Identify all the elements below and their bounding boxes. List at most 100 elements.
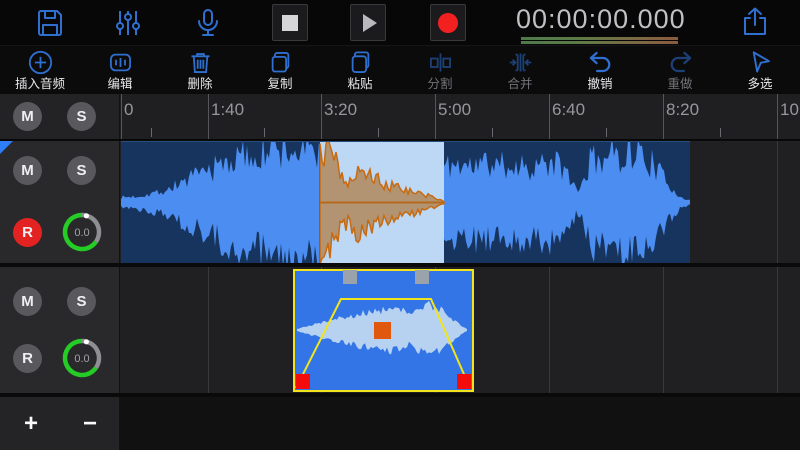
clip-center-handle[interactable] (374, 322, 391, 339)
tool-label: 复制 (267, 78, 292, 91)
mixer-icon[interactable] (112, 7, 144, 39)
ruler-label: 5:00 (438, 100, 471, 120)
fade-out-handle[interactable] (457, 374, 471, 389)
edit-icon (107, 49, 134, 76)
track-1-mute-button[interactable]: M (13, 156, 42, 185)
ruler-minor-tick (606, 128, 607, 137)
undo-icon (587, 49, 614, 76)
paste-button[interactable]: 粘贴 (320, 46, 400, 94)
track-1-controls: M S R 0.0 (0, 141, 120, 263)
ruler-label: 8:20 (666, 100, 699, 120)
paste-icon (347, 49, 374, 76)
split-button[interactable]: 分割 (400, 46, 480, 94)
level-meter-left (521, 37, 678, 40)
timeline-ruler-row: 0 1:40 3:20 5:00 6:40 8:20 10:00 M S (0, 94, 800, 140)
ruler-label: 1:40 (211, 100, 244, 120)
ruler-label: 0 (124, 100, 133, 120)
track-2-volume-value: 0.0 (74, 353, 89, 365)
clip-top-handle-left[interactable] (343, 270, 357, 284)
ruler-major-tick (121, 94, 122, 140)
multi-select-icon (747, 49, 774, 76)
redo-icon (667, 49, 694, 76)
header-track-controls: M S (0, 94, 120, 139)
track-2-volume-knob[interactable]: 0.0 (60, 336, 104, 380)
bottom-bar: + − (0, 397, 800, 450)
save-icon[interactable] (34, 7, 66, 39)
zoom-out-button[interactable]: − (83, 410, 97, 438)
lane-gridline (663, 267, 664, 393)
tool-label: 撤销 (587, 78, 612, 91)
tool-label: 插入音频 (15, 78, 65, 91)
ruler-major-tick (208, 94, 209, 140)
copy-icon (267, 49, 294, 76)
tool-label: 粘贴 (347, 78, 372, 91)
ruler-minor-tick (378, 128, 379, 137)
track-2-clip-canvas (295, 271, 472, 390)
insert-audio-icon (27, 49, 54, 76)
redo-button[interactable]: 重做 (640, 46, 720, 94)
ruler-label: 3:20 (324, 100, 357, 120)
edit-button[interactable]: 编辑 (80, 46, 160, 94)
zoom-controls: + − (0, 397, 120, 450)
merge-button[interactable]: 合并 (480, 46, 560, 94)
track-2-audio-clip[interactable] (293, 269, 474, 392)
microphone-icon[interactable] (192, 7, 224, 39)
ruler-minor-tick (264, 128, 265, 137)
ruler-label: 10:00 (780, 100, 800, 120)
track-2-row: M S R 0.0 (0, 267, 800, 393)
record-button[interactable] (430, 4, 466, 41)
ruler-major-tick (777, 94, 778, 140)
delete-button[interactable]: 删除 (160, 46, 240, 94)
multi-select-button[interactable]: 多选 (720, 46, 800, 94)
stop-button[interactable] (272, 4, 308, 41)
track-1-solo-button[interactable]: S (67, 156, 96, 185)
lane-gridline (208, 267, 209, 393)
ruler-minor-tick (720, 128, 721, 137)
zoom-in-button[interactable]: + (24, 410, 38, 438)
track-1-row: M S R 0.0 (0, 141, 800, 263)
play-icon (363, 14, 377, 32)
header-solo-button[interactable]: S (67, 102, 96, 131)
ruler-minor-tick (151, 128, 152, 137)
record-icon (438, 13, 458, 33)
selected-track-marker (0, 141, 13, 154)
track-2-controls: M S R 0.0 (0, 267, 120, 393)
edit-toolbar: 插入音频 编辑 删除 复制 (0, 45, 800, 94)
track-2-record-button[interactable]: R (13, 344, 42, 373)
top-bar: 00:00:00.000 (0, 0, 800, 45)
timecode-display: 00:00:00.000 (516, 4, 682, 35)
lane-gridline (777, 267, 778, 393)
track-1-volume-knob[interactable]: 0.0 (60, 210, 104, 254)
track-1-audio-clip[interactable] (121, 141, 690, 263)
ruler-minor-tick (492, 128, 493, 137)
play-button[interactable] (350, 4, 386, 41)
copy-button[interactable]: 复制 (240, 46, 320, 94)
track-1-record-button[interactable]: R (13, 218, 42, 247)
export-icon[interactable] (739, 6, 771, 38)
undo-button[interactable]: 撤销 (560, 46, 640, 94)
ruler-label: 6:40 (552, 100, 585, 120)
trash-icon (187, 49, 214, 76)
ruler-major-tick (549, 94, 550, 140)
lane-gridline (549, 267, 550, 393)
ruler-major-tick (435, 94, 436, 140)
tool-label: 分割 (427, 78, 452, 91)
header-mute-button[interactable]: M (13, 102, 42, 131)
insert-audio-button[interactable]: 插入音频 (0, 46, 80, 94)
level-meter-right (521, 41, 678, 44)
tool-label: 合并 (507, 78, 532, 91)
track-2-solo-button[interactable]: S (67, 287, 96, 316)
stop-icon (282, 15, 298, 31)
lane-gridline (777, 141, 778, 263)
track-1-volume-value: 0.0 (74, 227, 89, 239)
track-1-waveform (121, 142, 690, 263)
track-2-mute-button[interactable]: M (13, 287, 42, 316)
ruler-major-tick (321, 94, 322, 140)
split-icon (427, 49, 454, 76)
tool-label: 删除 (187, 78, 212, 91)
tool-label: 编辑 (107, 78, 132, 91)
fade-in-handle[interactable] (296, 374, 310, 389)
clip-top-handle-right[interactable] (415, 270, 429, 284)
tool-label: 多选 (747, 78, 772, 91)
tool-label: 重做 (667, 78, 692, 91)
